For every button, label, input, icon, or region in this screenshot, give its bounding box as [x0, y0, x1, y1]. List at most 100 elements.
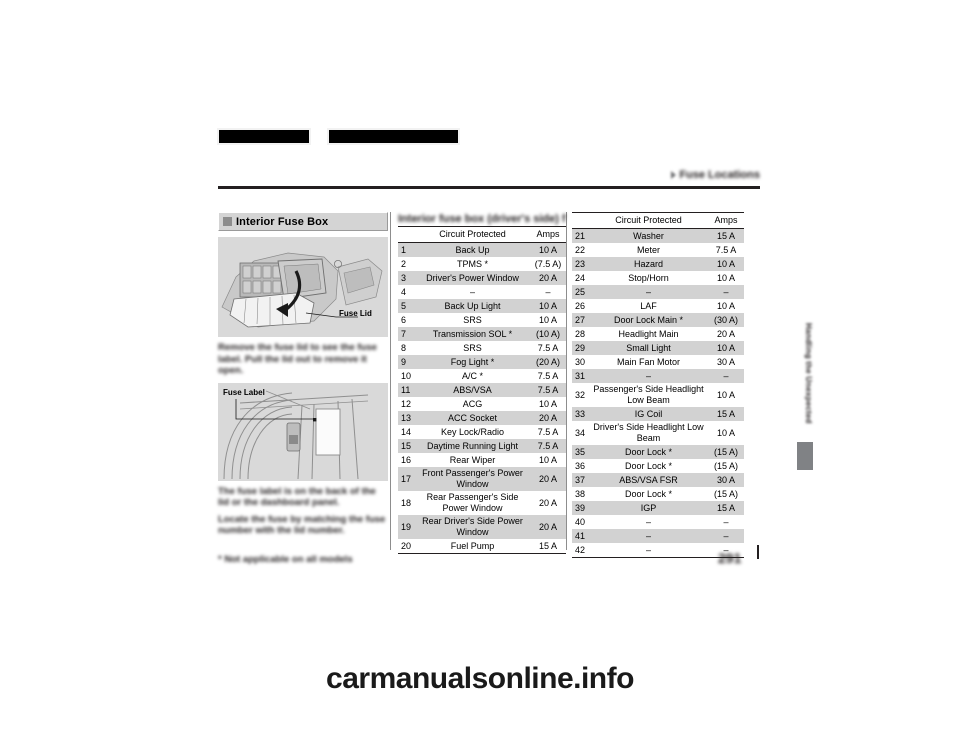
table-row: 31– –	[572, 369, 744, 383]
cell-circuit-protected: SRS	[415, 313, 530, 327]
cell-circuit-protected: Key Lock/Radio	[415, 425, 530, 439]
cell-amps: 15 A	[530, 539, 566, 554]
table-row: 2 TPMS * (7.5 A)	[398, 257, 566, 271]
cell-fuse-number: 13	[398, 411, 415, 425]
cell-circuit-protected: Driver's Power Window	[415, 271, 530, 285]
cell-circuit-protected: SRS	[415, 341, 530, 355]
cell-amps: 20 A	[530, 515, 566, 539]
cell-fuse-number: 22	[572, 243, 589, 257]
cell-fuse-number: 38	[572, 487, 589, 501]
col-header-circuit: Circuit Protected	[589, 212, 708, 229]
table-row: 23 Hazard 10 A	[572, 257, 744, 271]
cell-amps: 15 A	[708, 407, 744, 421]
col-header-number	[398, 226, 415, 243]
cell-circuit-protected: LAF	[589, 299, 708, 313]
dashboard-fuse-label-illustration	[218, 382, 388, 481]
cell-fuse-number: 31	[572, 369, 589, 383]
cell-fuse-number: 16	[398, 453, 415, 467]
cell-circuit-protected: ACG	[415, 397, 530, 411]
cell-circuit-protected: Rear Passenger's Side Power Window	[415, 491, 530, 515]
col-header-circuit: Circuit Protected	[415, 226, 530, 243]
header-rule	[218, 186, 760, 189]
cell-fuse-number: 14	[398, 425, 415, 439]
table-header-row: Circuit Protected Amps	[572, 212, 744, 229]
cell-fuse-number: 11	[398, 383, 415, 397]
cell-fuse-number: 23	[572, 257, 589, 271]
cell-circuit-protected: ACC Socket	[415, 411, 530, 425]
cell-amps: 10 A	[708, 299, 744, 313]
cell-circuit-protected: ABS/VSA	[415, 383, 530, 397]
column-divider-2	[566, 212, 567, 550]
table-row: 16 Rear Wiper 10 A	[398, 453, 566, 467]
cell-amps: 10 A	[708, 421, 744, 445]
cell-fuse-number: 8	[398, 341, 415, 355]
figure-caption-fuse-label: Fuse Label	[223, 387, 265, 397]
cell-amps: 7.5 A	[530, 341, 566, 355]
cell-circuit-protected: Daytime Running Light	[415, 439, 530, 453]
cell-fuse-number: 26	[572, 299, 589, 313]
cell-fuse-number: 5	[398, 299, 415, 313]
redacted-header-bar-2	[327, 128, 460, 145]
fuse-table-right-head: Circuit Protected Amps	[572, 212, 744, 229]
interior-fuse-box-illustration	[218, 237, 388, 337]
table-row: 25– –	[572, 285, 744, 299]
cell-fuse-number: 27	[572, 313, 589, 327]
cell-fuse-number: 7	[398, 327, 415, 341]
cell-amps: 10 A	[530, 397, 566, 411]
figure-interior-fuse-box: Fuse Lid	[218, 237, 388, 337]
cell-circuit-protected: A/C *	[415, 369, 530, 383]
cell-fuse-number: 35	[572, 445, 589, 459]
cell-circuit-protected: Transmission SOL *	[415, 327, 530, 341]
cell-amps: (7.5 A)	[530, 257, 566, 271]
cell-fuse-number: 37	[572, 473, 589, 487]
redacted-header-bar-1	[217, 128, 311, 145]
table-row: 18 Rear Passenger's Side Power Window 20 A	[398, 491, 566, 515]
table-row: 20 Fuel Pump 15 A	[398, 539, 566, 554]
cell-circuit-protected: Passenger's Side Headlight Low Beam	[589, 383, 708, 407]
cell-circuit-protected: Headlight Main	[589, 327, 708, 341]
cell-circuit-protected: Washer	[589, 228, 708, 243]
manual-page: Fuse Locations Interior Fuse Box Fuse Li…	[0, 0, 960, 742]
cell-fuse-number: 25	[572, 285, 589, 299]
table-row: 5 Back Up Light 10 A	[398, 299, 566, 313]
cell-amps: 10 A	[530, 313, 566, 327]
page-number: 291	[718, 550, 742, 566]
cell-circuit-protected: IG Coil	[589, 407, 708, 421]
cell-circuit-protected: Meter	[589, 243, 708, 257]
table-row: 11 ABS/VSA 7.5 A	[398, 383, 566, 397]
breadcrumb-label: Fuse Locations	[679, 168, 760, 181]
cell-fuse-number: 18	[398, 491, 415, 515]
cell-amps: 30 A	[708, 473, 744, 487]
cell-amps: 20 A	[708, 327, 744, 341]
cell-amps: 10 A	[530, 299, 566, 313]
cell-amps: 7.5 A	[530, 439, 566, 453]
cell-amps: 20 A	[530, 411, 566, 425]
cell-fuse-number: 36	[572, 459, 589, 473]
cell-circuit-protected: Door Lock Main *	[589, 313, 708, 327]
cell-circuit-protected: –	[589, 369, 708, 383]
cell-amps: 10 A	[530, 453, 566, 467]
watermark: carmanualsonline.info	[326, 662, 634, 695]
table-row: 12 ACG 10 A	[398, 397, 566, 411]
table-row: 8 SRS 7.5 A	[398, 341, 566, 355]
side-index-tab-label: Handling the Unexpected	[804, 323, 813, 424]
cell-fuse-number: 33	[572, 407, 589, 421]
left-column: Interior Fuse Box Fuse Lid Remove the fu…	[218, 212, 388, 537]
cell-fuse-number: 2	[398, 257, 415, 271]
cell-amps: 7.5 A	[530, 425, 566, 439]
cell-fuse-number: 9	[398, 355, 415, 369]
table-row: 41– –	[572, 529, 744, 543]
col-header-amps: Amps	[708, 212, 744, 229]
cell-amps: 20 A	[530, 491, 566, 515]
cell-amps: 20 A	[530, 467, 566, 491]
cell-amps: –	[708, 515, 744, 529]
body-paragraph-3: Locate the fuse by matching the fuse num…	[218, 513, 386, 537]
cell-fuse-number: 30	[572, 355, 589, 369]
cell-fuse-number: 3	[398, 271, 415, 285]
table-row: 7 Transmission SOL * (10 A)	[398, 327, 566, 341]
side-index-tab[interactable]	[797, 442, 813, 470]
cell-circuit-protected: Door Lock *	[589, 445, 708, 459]
cell-amps: 15 A	[708, 228, 744, 243]
cell-amps: –	[708, 529, 744, 543]
cell-amps: 10 A	[708, 271, 744, 285]
